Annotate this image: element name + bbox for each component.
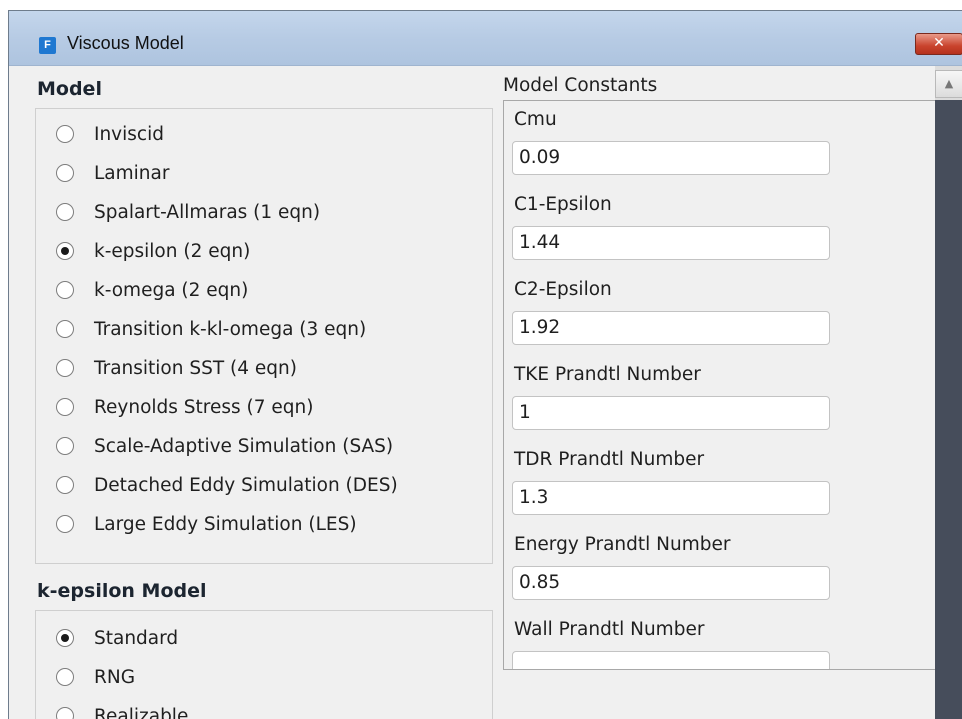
radio-label: Realizable [94,705,189,719]
constant-label-tke-prandtl: TKE Prandtl Number [514,364,701,385]
wall-prandtl-input[interactable] [512,651,830,669]
radio-button-icon[interactable] [56,668,74,686]
c2-epsilon-input[interactable]: 1.92 [512,311,830,345]
radio-label: Inviscid [94,123,164,145]
scroll-thumb[interactable] [935,100,962,719]
radio-inviscid[interactable]: Inviscid [56,119,164,149]
radio-laminar[interactable]: Laminar [56,158,169,188]
title-bar[interactable]: F Viscous Model ✕ [9,11,962,66]
radio-standard[interactable]: Standard [56,623,178,653]
radio-label: Standard [94,627,179,649]
k-epsilon-model-heading: k-epsilon Model [37,580,207,602]
radio-button-icon[interactable] [56,320,74,338]
radio-button-icon[interactable] [56,398,74,416]
radio-label: k-omega (2 eqn) [94,279,249,301]
radio-k-epsilon[interactable]: k-epsilon (2 eqn) [56,236,250,266]
radio-button-icon[interactable] [56,437,74,455]
model-constants-heading: Model Constants [503,75,658,96]
radio-les[interactable]: Large Eddy Simulation (LES) [56,509,357,539]
radio-button-icon[interactable] [56,707,74,719]
radio-label: Detached Eddy Simulation (DES) [94,474,398,496]
viscous-model-dialog: F Viscous Model ✕ Model Inviscid Laminar… [8,10,962,719]
radio-spalart-allmaras[interactable]: Spalart-Allmaras (1 eqn) [56,197,320,227]
radio-sas[interactable]: Scale-Adaptive Simulation (SAS) [56,431,393,461]
fluent-app-icon: F [39,37,56,54]
radio-rng[interactable]: RNG [56,662,135,692]
radio-button-selected-icon[interactable] [56,629,74,647]
model-group: Inviscid Laminar Spalart-Allmaras (1 eqn… [35,108,493,564]
constant-label-wall-prandtl: Wall Prandtl Number [514,619,705,640]
radio-label: Spalart-Allmaras (1 eqn) [94,201,321,223]
constant-label-c1-epsilon: C1-Epsilon [514,194,612,215]
dialog-content: Model Inviscid Laminar Spalart-Allmaras … [9,66,962,719]
radio-button-icon[interactable] [56,515,74,533]
radio-button-icon[interactable] [56,164,74,182]
radio-label: k-epsilon (2 eqn) [94,240,251,262]
radio-k-omega[interactable]: k-omega (2 eqn) [56,275,248,305]
energy-prandtl-input[interactable]: 0.85 [512,566,830,600]
tdr-prandtl-input[interactable]: 1.3 [512,481,830,515]
radio-button-selected-icon[interactable] [56,242,74,260]
radio-realizable[interactable]: Realizable [56,701,188,719]
radio-label: Laminar [94,162,170,184]
model-constants-panel: Cmu 0.09 C1-Epsilon 1.44 C2-Epsilon 1.92… [503,100,937,670]
radio-label: RNG [94,666,136,688]
radio-button-icon[interactable] [56,125,74,143]
radio-button-icon[interactable] [56,203,74,221]
scroll-up-arrow-icon[interactable]: ▲ [935,70,962,98]
cmu-input[interactable]: 0.09 [512,141,830,175]
constant-label-cmu: Cmu [514,109,557,130]
radio-label: Large Eddy Simulation (LES) [94,513,357,535]
c1-epsilon-input[interactable]: 1.44 [512,226,830,260]
radio-button-icon[interactable] [56,281,74,299]
model-heading: Model [37,78,102,100]
radio-label: Scale-Adaptive Simulation (SAS) [94,435,394,457]
window-title: Viscous Model [67,33,184,53]
radio-label: Reynolds Stress (7 eqn) [94,396,314,418]
radio-des[interactable]: Detached Eddy Simulation (DES) [56,470,398,500]
close-button[interactable]: ✕ [915,33,962,55]
constant-label-energy-prandtl: Energy Prandtl Number [514,534,731,555]
radio-transition-k-kl-omega[interactable]: Transition k-kl-omega (3 eqn) [56,314,366,344]
constant-label-tdr-prandtl: TDR Prandtl Number [514,449,705,470]
constant-label-c2-epsilon: C2-Epsilon [514,279,612,300]
k-epsilon-model-group: Standard RNG Realizable [35,610,493,719]
radio-reynolds-stress[interactable]: Reynolds Stress (7 eqn) [56,392,313,422]
radio-label: Transition k-kl-omega (3 eqn) [94,318,367,340]
radio-button-icon[interactable] [56,476,74,494]
tke-prandtl-input[interactable]: 1 [512,396,830,430]
radio-button-icon[interactable] [56,359,74,377]
radio-label: Transition SST (4 eqn) [94,357,297,379]
radio-transition-sst[interactable]: Transition SST (4 eqn) [56,353,297,383]
vertical-scrollbar[interactable]: ▲ [935,66,962,719]
